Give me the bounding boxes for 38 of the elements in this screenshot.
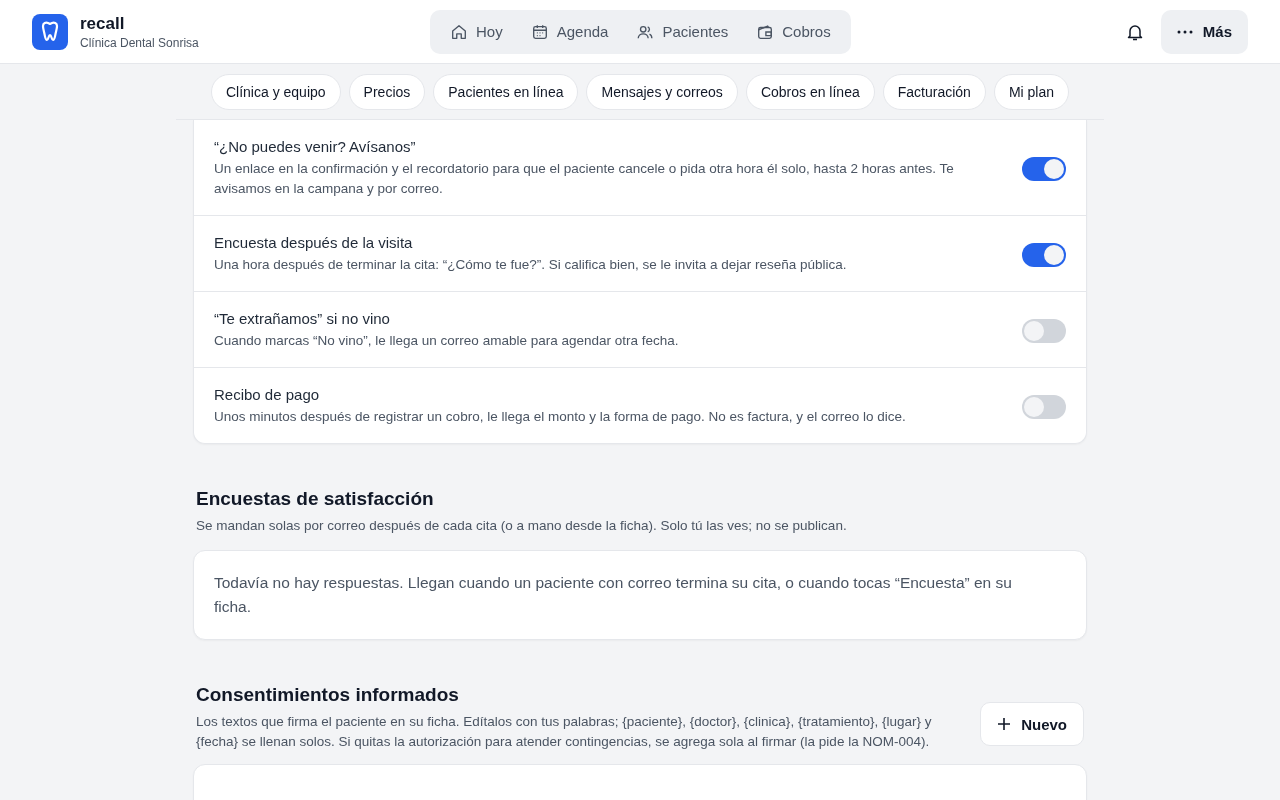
- toggle-switch[interactable]: [1022, 156, 1066, 181]
- section-subtitle: Los textos que firma el paciente en su ficha. Edítalos con tus palabras; {paciente}, {doctor}, {clinica}, {tratamiento}, {lugar} y {fecha} se llenan solos. Si quitas la autorización para atender contingencias, se agrega sola al firmar (la pide la NOM-004).: [196, 713, 933, 751]
- settings-tab[interactable]: Clínica y equipo: [210, 73, 341, 110]
- setting-title: “¿No puedes venir? Avísanos”: [214, 138, 417, 155]
- toggle-switch[interactable]: [1022, 242, 1066, 267]
- setting-description: Cuando marcas “No vino”, le llega un correo amable para agendar otra fecha.: [214, 332, 680, 350]
- nav-tab[interactable]: Cobros: [742, 14, 845, 49]
- settings-tab[interactable]: Pacientes en línea: [433, 73, 579, 110]
- setting-description: Un enlace en la confirmación y el recordatorio para que el paciente cancele o pida otra hora él solo, hasta 2 horas antes. Te avisamos en la campana y por correo.: [214, 160, 955, 198]
- setting-title: “Te extrañamos” si no vino: [214, 310, 391, 327]
- section-title: Consentimientos informados: [196, 684, 460, 706]
- section-subtitle: Se mandan solas por correo después de cada cita (o a mano desde la ficha). Solo tú las ves; no se publican.: [196, 517, 848, 535]
- tooth-logo-icon: [32, 13, 68, 50]
- setting-title: Recibo de pago: [214, 386, 321, 403]
- more-icon: [1176, 29, 1193, 34]
- new-button[interactable]: Nuevo: [980, 702, 1084, 746]
- house-icon: [450, 22, 468, 41]
- nav-tab[interactable]: Hoy: [436, 14, 517, 49]
- app-name: recall: [80, 13, 126, 34]
- settings-tab[interactable]: Facturación: [882, 73, 986, 110]
- plus-icon: [997, 717, 1012, 731]
- nav-tab[interactable]: Pacientes: [622, 14, 743, 49]
- clinic-name: Clínica Dental Sonrisa: [80, 35, 199, 50]
- wallet-icon: [756, 22, 775, 41]
- toggle-switch[interactable]: [1022, 318, 1066, 343]
- settings-tab[interactable]: Mensajes y correos: [586, 73, 738, 110]
- empty-message: Todavía no hay respuestas. Llegan cuando un paciente con correo termina su cita, o cuando tocas “Encuesta” en su ficha.: [214, 573, 1013, 617]
- settings-tab[interactable]: Cobros en línea: [745, 73, 875, 110]
- nav-tab[interactable]: Agenda: [516, 14, 623, 49]
- settings-tab[interactable]: Mi plan: [993, 73, 1069, 110]
- section-title: Encuestas de satisfacción: [196, 488, 435, 510]
- setting-description: Unos minutos después de registrar un cobro, le llega el monto y la forma de pago. No es factura, y el correo lo dice.: [214, 408, 907, 426]
- settings-tab[interactable]: Precios: [348, 73, 426, 110]
- setting-description: Una hora después de terminar la cita: “¿Cómo te fue?”. Si califica bien, se le invita a dejar reseña pública.: [214, 256, 848, 274]
- toggle-switch[interactable]: [1022, 394, 1066, 419]
- setting-title: Encuesta después de la visita: [214, 234, 414, 251]
- more-button[interactable]: Más: [1160, 9, 1248, 54]
- calendar-icon: [530, 22, 549, 41]
